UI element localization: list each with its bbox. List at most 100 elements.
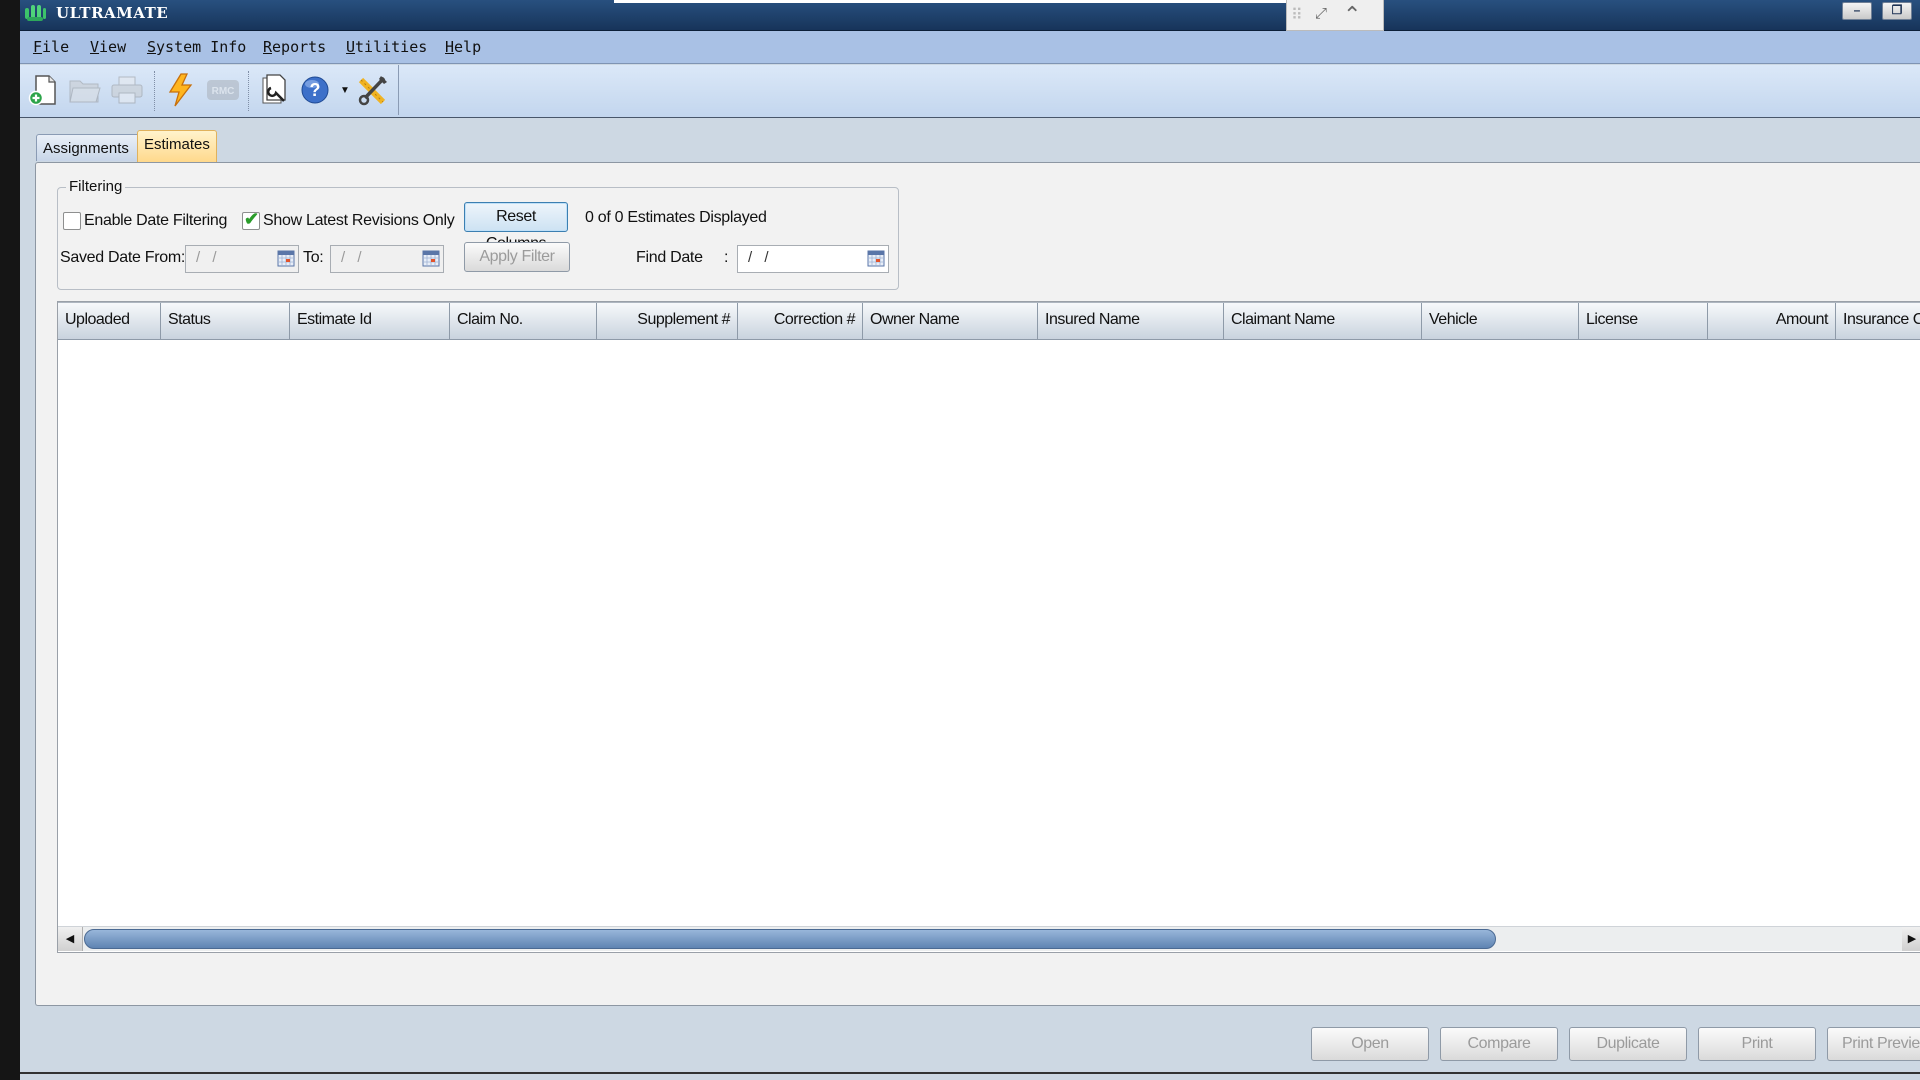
saved-date-to-input[interactable]: / / [330,245,444,273]
column-header-supplement[interactable]: Supplement # [597,303,738,339]
apply-filter-button[interactable]: Apply Filter [464,242,570,272]
printer-icon [111,76,143,104]
help-icon: ? [301,76,329,104]
menu-reports-accel: R [263,38,273,56]
rmc-icon: RMC [207,80,239,100]
svg-text:RMC: RMC [212,86,235,97]
help-dropdown-icon[interactable]: ▼ [340,73,350,107]
menu-reports[interactable]: Reports [263,38,326,56]
duplicate-button[interactable]: Duplicate [1569,1027,1687,1061]
print-preview-button[interactable]: Print Previe [1827,1027,1920,1061]
column-header-license[interactable]: License [1579,303,1708,339]
to-label: To: [303,249,324,266]
find-date-label: Find Date [636,249,703,266]
help-button[interactable]: ? [298,73,332,107]
column-header-correction[interactable]: Correction # [738,303,863,339]
tools-button[interactable] [356,73,390,107]
open-button[interactable]: Open [1311,1027,1429,1061]
enable-date-filtering-checkbox[interactable] [63,212,81,230]
quick-action-button[interactable] [163,73,197,107]
saved-date-from-label: Saved Date From: [60,249,186,266]
menu-bar: File View System Info Reports Utilities … [20,31,1920,64]
toolbar-separator [154,71,155,111]
menu-system-info-rest: ystem Info [156,38,247,56]
filtering-legend: Filtering [66,178,126,195]
menu-help-rest: elp [454,38,482,56]
minimize-button[interactable]: – [1842,2,1872,20]
toolbar: RMC ? ▼ [20,65,1920,119]
action-bar: Open Compare Duplicate Print Print Previ… [20,1016,1920,1072]
menu-help[interactable]: Help [445,38,481,56]
menu-view-rest: iew [99,38,127,56]
find-date-value: / / [748,249,773,266]
column-header-claim-no[interactable]: Claim No. [450,303,597,339]
scroll-right-arrow[interactable]: ▶ [1902,927,1920,951]
pin-grid-icon[interactable]: ⠿ [1291,5,1303,25]
menu-file-rest: ile [42,38,70,56]
remote-toolbar: ⠿ ⤢ ⌃ [1286,0,1384,31]
window-bottom-border [20,1072,1920,1074]
menu-utilities-rest: tilities [355,38,428,56]
calendar-icon[interactable] [867,249,885,267]
column-header-estimate-id[interactable]: Estimate Id [290,303,450,339]
print-toolbar-button[interactable] [110,73,144,107]
document-wrench-icon [262,74,286,104]
column-header-vehicle[interactable]: Vehicle [1422,303,1579,339]
lightning-icon [168,73,193,107]
enable-date-filtering-label[interactable]: Enable Date Filtering [84,212,227,230]
menu-system-info[interactable]: System Info [147,38,246,56]
print-button[interactable]: Print [1698,1027,1816,1061]
menu-reports-rest: eports [272,38,327,56]
saved-date-to-value: / / [341,249,366,266]
app-logo-icon [25,5,46,21]
column-header-amount[interactable]: Amount [1708,303,1836,339]
menu-view[interactable]: View [90,38,126,56]
estimates-count-text: 0 of 0 Estimates Displayed [585,209,767,226]
tools-icon [358,76,387,106]
desktop-edge [0,0,20,1080]
restore-button[interactable]: ❐ [1882,2,1912,20]
column-header-insured-name[interactable]: Insured Name [1038,303,1224,339]
column-header-claimant-name[interactable]: Claimant Name [1224,303,1422,339]
app-window: ULTRAMATE – ❐ ⠿ ⤢ ⌃ File View System Inf… [20,0,1920,1080]
edit-settings-button[interactable] [258,73,292,107]
collapse-icon[interactable]: ⌃ [1343,2,1361,28]
open-button[interactable] [68,73,102,107]
checkmark-icon: ✔ [244,209,260,229]
rmc-button[interactable]: RMC [206,73,240,107]
column-header-uploaded[interactable]: Uploaded [58,303,161,339]
find-date-input[interactable]: / / [737,245,889,273]
toolbar-divider [398,65,399,115]
column-header-owner-name[interactable]: Owner Name [863,303,1038,339]
tab-container: Assignments Estimates Filtering Enable D… [20,118,1920,1028]
tab-estimates[interactable]: Estimates [137,130,217,163]
menu-view-accel: V [90,38,100,56]
new-estimate-button[interactable] [26,73,60,107]
svg-text:?: ? [310,80,321,100]
tab-assignments[interactable]: Assignments [36,134,142,161]
grid-header: Uploaded Status Estimate Id Claim No. Su… [58,302,1920,340]
menu-utilities[interactable]: Utilities [346,38,427,56]
scrollbar-thumb[interactable] [84,929,1496,949]
calendar-icon[interactable] [277,249,295,267]
remote-connection-bar [614,0,1382,3]
show-latest-revisions-checkbox[interactable]: ✔ [242,209,260,230]
column-header-insurance-company[interactable]: Insurance C [1836,303,1920,339]
window-title: ULTRAMATE [56,4,169,22]
title-bar: ULTRAMATE – ❐ [20,0,1920,31]
scroll-left-arrow[interactable]: ◀ [58,927,83,951]
calendar-icon[interactable] [422,249,440,267]
reset-columns-button[interactable]: Reset Columns [464,202,568,252]
menu-file[interactable]: File [33,38,69,56]
saved-date-from-input[interactable]: / / [185,245,299,273]
menu-file-accel: F [33,38,43,56]
horizontal-scrollbar[interactable]: ◀ ▶ [58,926,1920,951]
show-latest-revisions-label[interactable]: Show Latest Revisions Only [263,212,455,230]
menu-system-info-accel: S [147,38,157,56]
estimates-grid[interactable]: Uploaded Status Estimate Id Claim No. Su… [57,301,1920,953]
menu-utilities-accel: U [346,38,356,56]
new-document-icon [28,75,56,106]
column-header-status[interactable]: Status [161,303,290,339]
fullscreen-icon[interactable]: ⤢ [1315,5,1327,22]
compare-button[interactable]: Compare [1440,1027,1558,1061]
